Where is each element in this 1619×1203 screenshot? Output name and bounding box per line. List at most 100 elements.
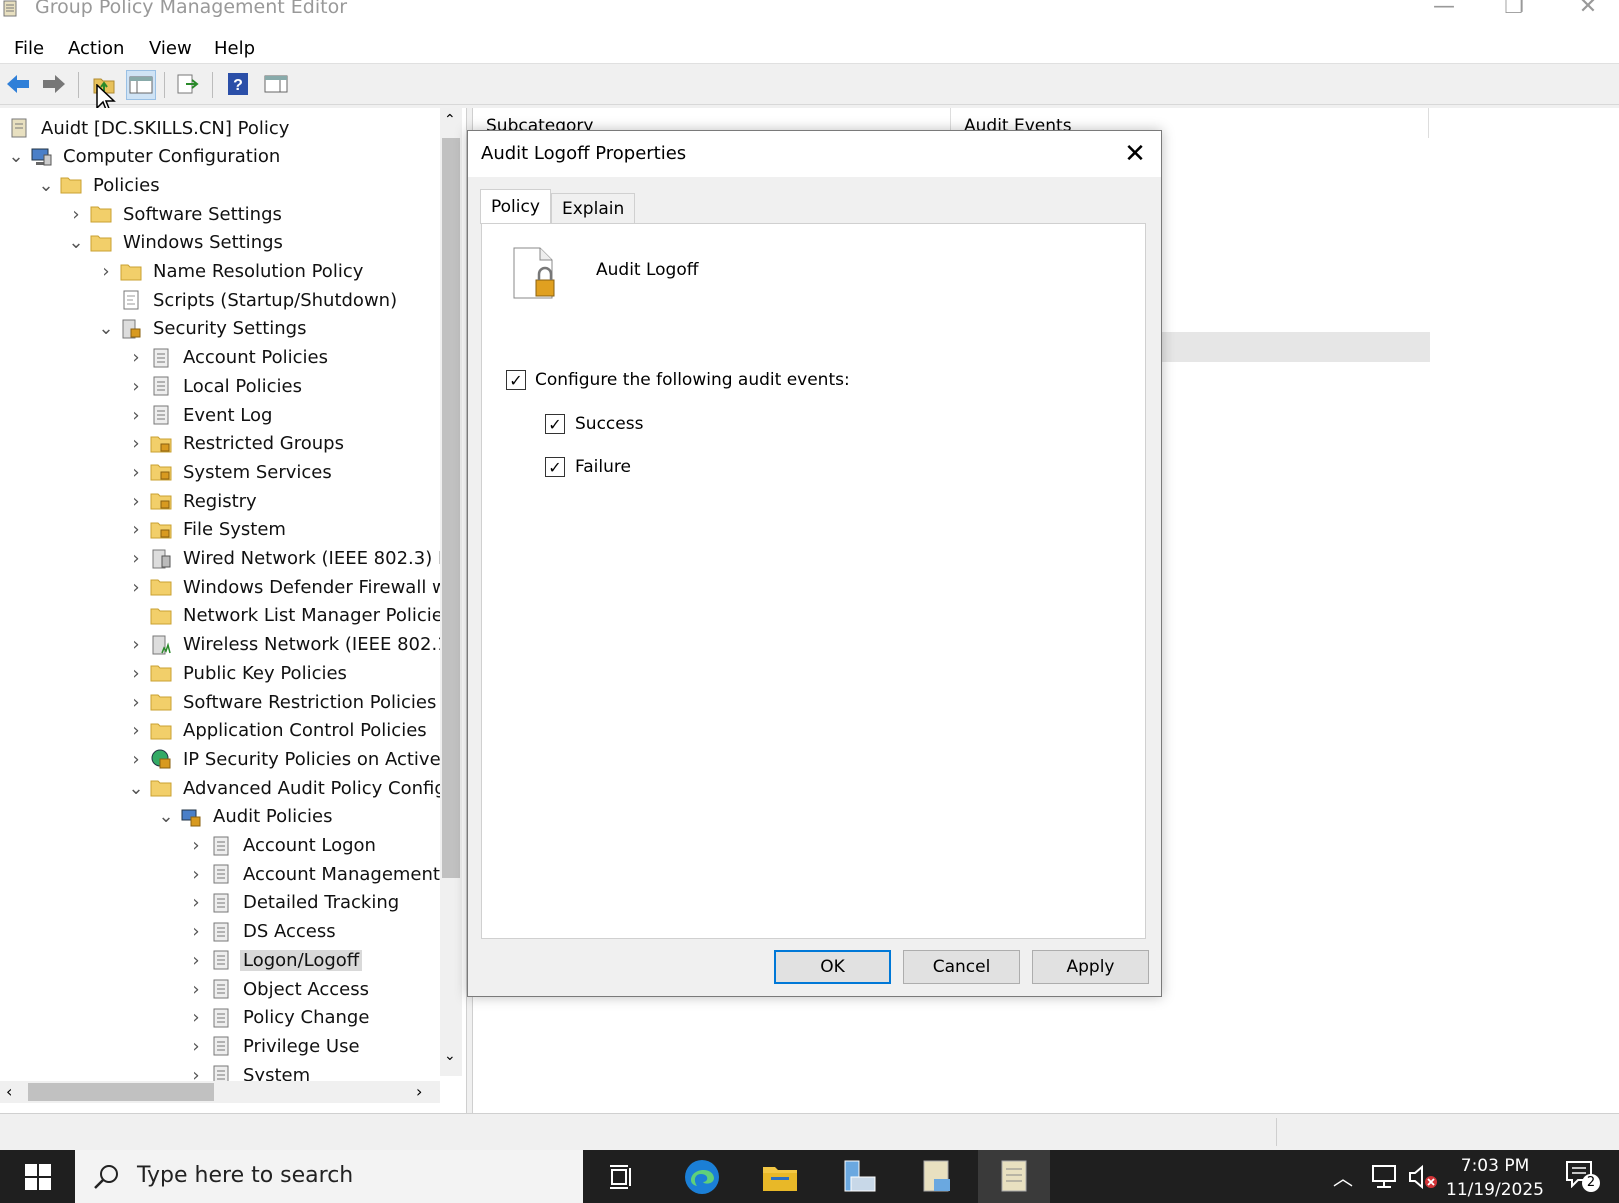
tree-item[interactable]: › DS Access [188, 918, 339, 946]
tree-item[interactable]: › Application Control Policies [128, 717, 430, 745]
chevron-right-icon[interactable]: › [128, 401, 144, 429]
volume-muted-icon[interactable] [1408, 1164, 1438, 1190]
tree-item[interactable]: › Wireless Network (IEEE 802.11 [128, 631, 463, 659]
menu-help[interactable]: Help [214, 38, 255, 59]
chevron-right-icon[interactable]: › [128, 430, 144, 458]
show-hide-console-tree-icon[interactable] [126, 70, 156, 100]
tree-item[interactable]: › Name Resolution Policy [98, 258, 366, 286]
tree-item[interactable]: › Event Log [128, 401, 275, 429]
start-button[interactable] [0, 1150, 75, 1203]
tab-explain[interactable]: Explain [551, 193, 636, 224]
tree-item[interactable]: › Policy Change [188, 1004, 372, 1032]
configure-checkbox[interactable]: ✓ [506, 370, 526, 390]
tree-item[interactable]: Scripts (Startup/Shutdown) [98, 286, 400, 314]
show-hidden-icons-icon[interactable]: ︿ [1333, 1162, 1353, 1191]
chevron-right-icon[interactable]: › [98, 258, 114, 286]
export-list-icon[interactable] [174, 70, 202, 98]
minimize-icon[interactable]: — [1424, 0, 1464, 19]
back-arrow-icon[interactable] [4, 70, 32, 98]
tree-item[interactable]: › File System [128, 516, 289, 544]
chevron-right-icon[interactable]: › [188, 889, 204, 917]
taskbar-group-policy-editor[interactable] [978, 1150, 1050, 1203]
chevron-right-icon[interactable]: › [128, 659, 144, 687]
notification-center-button[interactable]: 2 [1564, 1158, 1604, 1196]
chevron-right-icon[interactable]: › [188, 1004, 204, 1032]
chevron-down-icon[interactable]: ⌄ [158, 803, 174, 831]
tree-item[interactable]: › Object Access [188, 975, 372, 1003]
chevron-right-icon[interactable]: › [188, 975, 204, 1003]
tree-item[interactable]: › Wired Network (IEEE 802.3) Pc [128, 545, 462, 573]
scroll-left-icon[interactable]: ‹ [6, 1082, 12, 1101]
dialog-close-icon[interactable]: ✕ [1118, 137, 1152, 171]
chevron-right-icon[interactable]: › [128, 516, 144, 544]
tree-item[interactable]: › IP Security Policies on Active [128, 745, 444, 773]
cancel-button[interactable]: Cancel [903, 950, 1020, 984]
tree-item[interactable]: ⌄ Security Settings [98, 315, 309, 343]
tree-item[interactable]: › Software Settings [68, 200, 285, 228]
close-window-icon[interactable]: ✕ [1568, 0, 1608, 19]
tree-item[interactable]: Network List Manager Policie [128, 602, 446, 630]
selected-list-row[interactable] [1160, 332, 1430, 362]
tree-item[interactable]: ⌄ Policies [38, 171, 163, 199]
help-icon[interactable]: ? [224, 70, 252, 98]
tree-item[interactable]: ⌄ Windows Settings [68, 229, 286, 257]
chevron-right-icon[interactable]: › [188, 946, 204, 974]
scroll-up-icon[interactable]: ⌃ [444, 112, 456, 128]
tree-item[interactable]: › Public Key Policies [128, 659, 350, 687]
tree-item[interactable]: ⌄ Computer Configuration [8, 143, 283, 171]
chevron-right-icon[interactable]: › [128, 545, 144, 573]
chevron-right-icon[interactable]: › [128, 688, 144, 716]
apply-button[interactable]: Apply [1032, 950, 1149, 984]
chevron-down-icon[interactable]: ⌄ [68, 229, 84, 257]
restore-icon[interactable]: ❐ [1494, 0, 1534, 19]
scroll-right-icon[interactable]: › [416, 1082, 422, 1101]
taskbar-server-manager[interactable] [822, 1150, 894, 1203]
tab-policy[interactable]: Policy [480, 189, 551, 224]
chevron-right-icon[interactable]: › [128, 372, 144, 400]
task-view-button[interactable] [586, 1150, 658, 1203]
chevron-down-icon[interactable]: ⌄ [98, 315, 114, 343]
tree-item[interactable]: › Restricted Groups [128, 430, 347, 458]
taskbar-search-box[interactable]: Type here to search [75, 1150, 583, 1203]
chevron-down-icon[interactable]: ⌄ [128, 774, 144, 802]
chevron-right-icon[interactable]: › [68, 200, 84, 228]
chevron-right-icon[interactable]: › [128, 458, 144, 486]
taskbar-file-explorer[interactable] [744, 1150, 816, 1203]
chevron-right-icon[interactable]: › [188, 918, 204, 946]
chevron-right-icon[interactable]: › [188, 1032, 204, 1060]
taskbar-edge[interactable] [666, 1150, 738, 1203]
tree-item[interactable]: › Account Logon [188, 832, 379, 860]
menu-file[interactable]: File [14, 38, 44, 59]
tree-item[interactable]: › System Services [128, 458, 335, 486]
chevron-right-icon[interactable]: › [128, 745, 144, 773]
chevron-right-icon[interactable]: › [128, 573, 144, 601]
tree-item[interactable]: › Windows Defender Firewall w [128, 573, 450, 601]
tree-item[interactable]: › Privilege Use [188, 1032, 363, 1060]
tree-item[interactable]: ⌄ Audit Policies [158, 803, 336, 831]
success-checkbox[interactable]: ✓ [545, 414, 565, 434]
chevron-down-icon[interactable]: ⌄ [38, 171, 54, 199]
chevron-right-icon[interactable]: › [188, 832, 204, 860]
chevron-right-icon[interactable]: › [188, 860, 204, 888]
menu-action[interactable]: Action [68, 38, 124, 59]
chevron-right-icon[interactable]: › [128, 717, 144, 745]
tree-item[interactable]: › Logon/Logoff [188, 946, 363, 974]
tree-item[interactable]: › Detailed Tracking [188, 889, 402, 917]
tree-item[interactable]: ⌄ Advanced Audit Policy Config [128, 774, 449, 802]
system-clock[interactable]: 7:03 PM 11/19/2025 [1440, 1154, 1550, 1202]
scroll-down-icon[interactable]: ⌄ [444, 1048, 456, 1064]
failure-checkbox[interactable]: ✓ [545, 457, 565, 477]
tree-item[interactable]: › Local Policies [128, 372, 305, 400]
show-action-pane-icon[interactable] [262, 70, 290, 98]
network-icon[interactable] [1371, 1164, 1399, 1190]
menu-view[interactable]: View [149, 38, 192, 59]
chevron-right-icon[interactable]: › [128, 344, 144, 372]
chevron-right-icon[interactable]: › [128, 631, 144, 659]
chevron-right-icon[interactable]: › [128, 487, 144, 515]
tree-horizontal-scroll-thumb[interactable] [28, 1083, 214, 1101]
ok-button[interactable]: OK [774, 950, 891, 984]
tree-item[interactable]: › Account Policies [128, 344, 331, 372]
chevron-down-icon[interactable]: ⌄ [8, 143, 24, 171]
tree-vertical-scroll-thumb[interactable] [442, 138, 460, 878]
tree-item[interactable]: › Software Restriction Policies [128, 688, 439, 716]
